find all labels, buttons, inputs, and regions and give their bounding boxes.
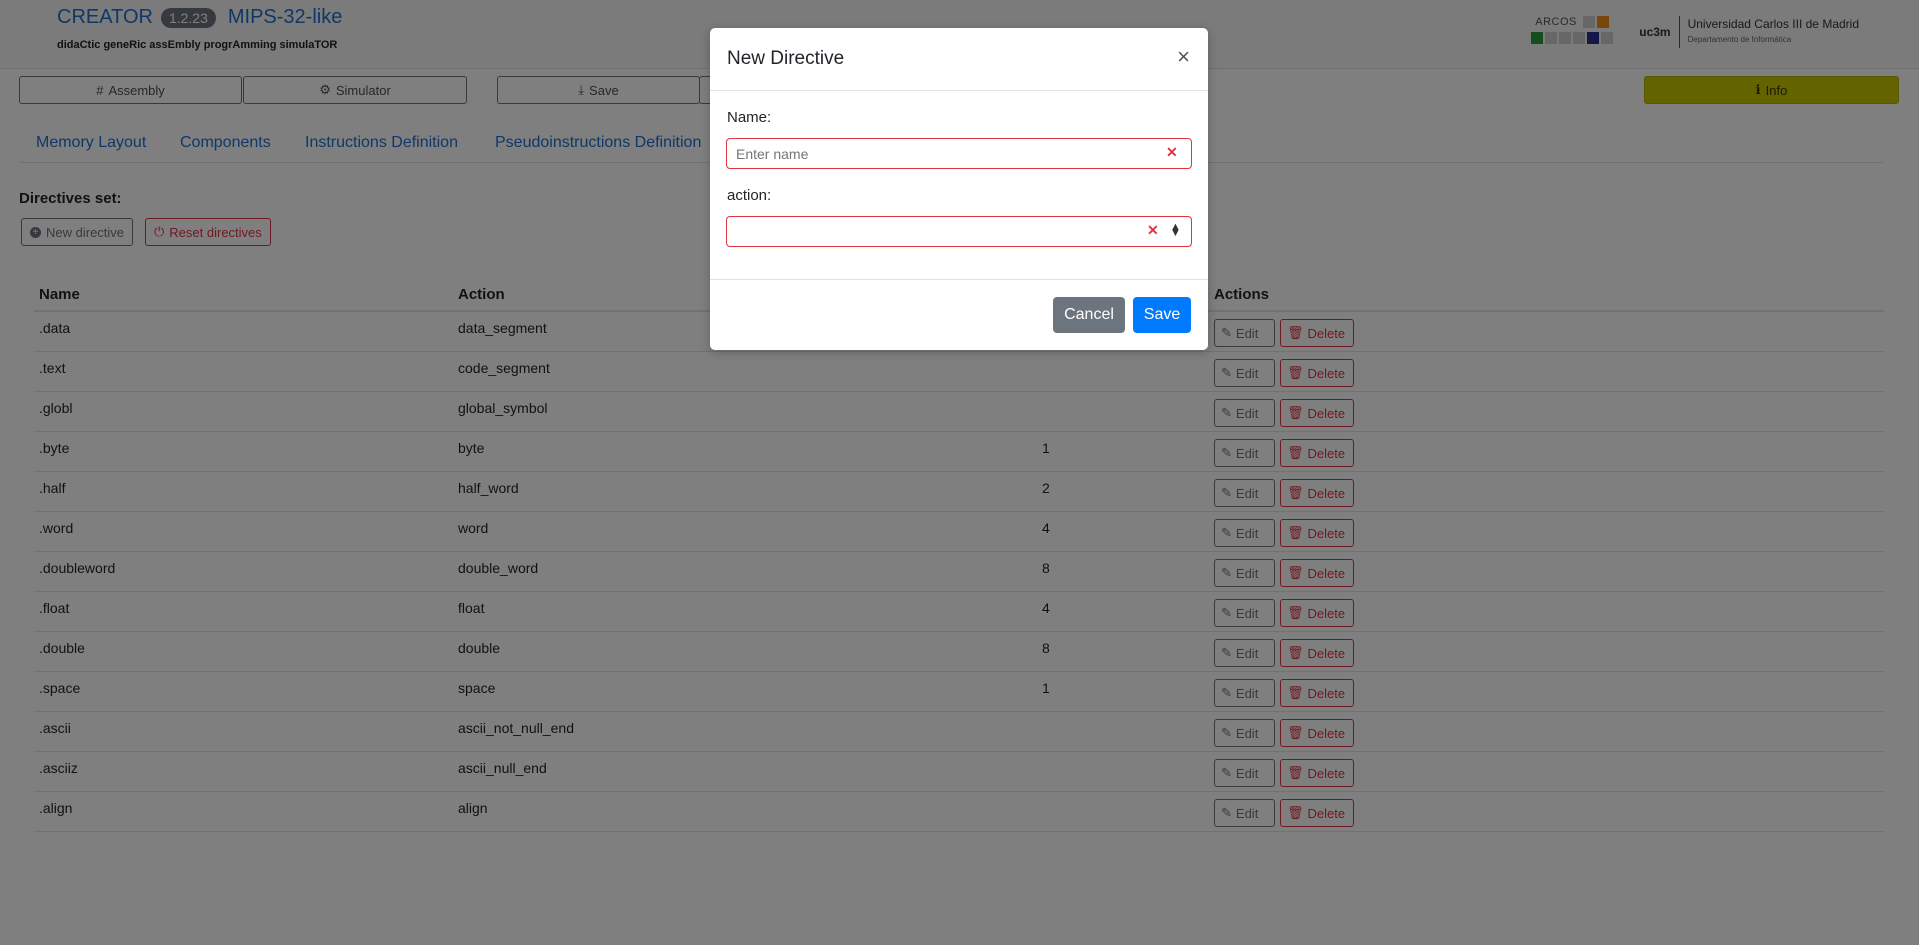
modal-footer: Cancel Save — [710, 279, 1208, 350]
action-select[interactable] — [726, 216, 1192, 247]
action-label: action: — [727, 187, 772, 204]
select-arrows-icon: ▲ ▼ — [1170, 221, 1181, 239]
name-label: Name: — [727, 109, 772, 126]
close-icon[interactable]: × — [1177, 46, 1190, 68]
clear-name-icon[interactable]: ✕ — [1166, 144, 1178, 161]
new-directive-modal: New Directive × Name: ✕ action: ✕ ▲▼ Can… — [710, 28, 1208, 350]
clear-action-icon[interactable]: ✕ — [1147, 222, 1159, 239]
name-input[interactable] — [726, 138, 1192, 169]
modal-save-button[interactable]: Save — [1133, 297, 1191, 333]
modal-title: New Directive — [727, 48, 845, 69]
modal-header: New Directive × — [710, 28, 1208, 91]
cancel-button[interactable]: Cancel — [1053, 297, 1125, 333]
